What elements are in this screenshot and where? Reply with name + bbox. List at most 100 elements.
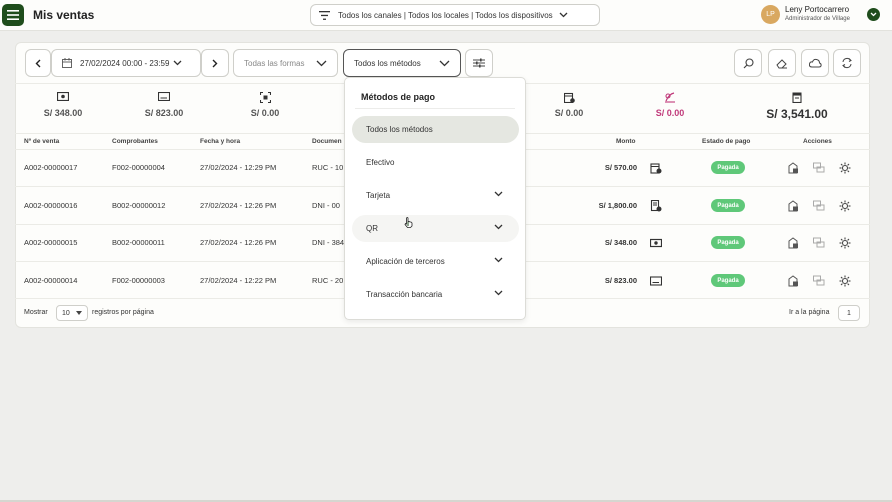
date-time: 27/02/2024 - 12:29 PM <box>200 163 277 172</box>
method-option-qr[interactable]: QR <box>352 215 519 242</box>
chevron-down-icon <box>870 12 877 17</box>
voucher-number: F002-00000003 <box>112 276 165 285</box>
document: RUC - 10 <box>312 163 344 172</box>
show-label: Mostrar <box>24 309 48 316</box>
lock-document-icon[interactable] <box>787 162 799 174</box>
settings-icon[interactable] <box>839 162 851 174</box>
page-input[interactable]: 1 <box>838 305 860 321</box>
sliders-icon <box>473 58 485 68</box>
amount: S/ 823.00 <box>604 276 637 285</box>
payment-methods-dropdown: Métodos de pago Todos los métodos Efecti… <box>344 77 526 320</box>
date-time: 27/02/2024 - 12:26 PM <box>200 201 277 210</box>
menu-button[interactable] <box>2 4 24 26</box>
next-date-button[interactable] <box>201 49 229 77</box>
method-option-third-party[interactable]: Aplicación de terceros <box>352 248 519 275</box>
payment-forms-select[interactable]: Todas las formas <box>233 49 338 77</box>
document-check-icon <box>650 200 662 212</box>
settings-icon[interactable] <box>839 200 851 212</box>
method-option-cash[interactable]: Efectivo <box>352 149 519 176</box>
cash-icon <box>650 238 662 248</box>
page-size-select[interactable]: 10 <box>56 305 88 321</box>
page-size-value: 10 <box>62 309 70 317</box>
method-option-card[interactable]: Tarjeta <box>352 182 519 209</box>
sale-number: A002-00000015 <box>24 238 78 247</box>
hamburger-icon <box>7 10 19 20</box>
receipt-icon <box>650 276 662 286</box>
voucher-number: B002-00000011 <box>112 238 165 247</box>
settings-icon[interactable] <box>839 275 851 287</box>
page-input-value: 1 <box>847 309 851 317</box>
chevron-down-icon <box>494 257 503 263</box>
option-label: QR <box>366 224 378 233</box>
qr-scan-icon <box>259 92 271 103</box>
stat-value: S/ 823.00 <box>144 108 184 118</box>
method-option-bank-transfer[interactable]: Transacción bancaria <box>352 281 519 308</box>
channels-filter-label: Todos los canales | Todos los locales | … <box>338 10 553 20</box>
chevron-down-icon <box>316 60 327 66</box>
chat-icon[interactable] <box>813 237 825 249</box>
amount: S/ 348.00 <box>604 238 637 247</box>
column-header: Documen <box>312 138 342 145</box>
date-time: 27/02/2024 - 12:26 PM <box>200 238 277 247</box>
status-badge: Pagada <box>711 274 745 287</box>
prev-date-button[interactable] <box>25 49 51 77</box>
chat-icon[interactable] <box>813 275 825 287</box>
stat-value: S/ 3,541.00 <box>766 107 828 121</box>
stat-total: S/ 3,541.00 <box>757 92 837 121</box>
method-option-all[interactable]: Todos los métodos <box>352 116 519 143</box>
cloud-icon <box>808 58 822 68</box>
stat-cash: S/ 348.00 <box>23 92 103 118</box>
column-header: Fecha y hora <box>200 138 241 145</box>
lock-document-icon[interactable] <box>787 237 799 249</box>
chevron-down-icon <box>494 290 503 296</box>
user-name: Leny Portocarrero <box>785 5 850 14</box>
column-header: Nº de venta <box>24 138 60 145</box>
per-page-label: registros por página <box>92 309 154 316</box>
refresh-icon <box>842 57 852 69</box>
receipt-icon <box>158 92 170 101</box>
avatar[interactable]: LP <box>761 5 780 24</box>
stat-value: S/ 348.00 <box>43 108 83 118</box>
sale-number: A002-00000017 <box>24 163 78 172</box>
stat-scheduled: S/ 0.00 <box>529 92 609 118</box>
clear-filters-button[interactable] <box>768 49 796 77</box>
lock-document-icon[interactable] <box>787 275 799 287</box>
top-bar: Mis ventas Todos los canales | Todos los… <box>0 0 892 31</box>
search-icon <box>743 57 754 68</box>
amount: S/ 570.00 <box>604 163 637 172</box>
chevron-down-icon <box>439 60 450 66</box>
cancel-payment-icon <box>665 92 675 103</box>
sale-number: A002-00000016 <box>24 201 78 210</box>
option-label: Transacción bancaria <box>366 290 443 299</box>
payment-methods-select[interactable]: Todos los métodos <box>343 49 461 77</box>
stat-value: S/ 0.00 <box>655 108 685 118</box>
cash-icon <box>57 92 69 101</box>
search-button[interactable] <box>734 49 762 77</box>
chevron-down-icon <box>494 191 503 197</box>
lock-document-icon[interactable] <box>787 200 799 212</box>
refresh-button[interactable] <box>833 49 861 77</box>
stat-cancelled: S/ 0.00 <box>630 92 710 118</box>
advanced-filters-button[interactable] <box>465 49 493 77</box>
user-menu-button[interactable] <box>867 8 880 21</box>
chat-icon[interactable] <box>813 200 825 212</box>
channels-filter[interactable]: Todos los canales | Todos los locales | … <box>310 4 600 26</box>
calendar-badge-icon <box>650 163 662 174</box>
settings-icon[interactable] <box>839 237 851 249</box>
cloud-sync-button[interactable] <box>801 49 829 77</box>
stat-qr: S/ 0.00 <box>225 92 305 118</box>
goto-page-label: Ir a la página <box>789 309 830 316</box>
filter-icon <box>319 10 330 20</box>
divider <box>355 108 515 109</box>
column-header: Comprobantes <box>112 138 158 145</box>
user-role: Administrador de Village <box>785 16 850 22</box>
date-range-picker[interactable]: 27/02/2024 00:00 - 23:59 <box>51 49 201 77</box>
payment-forms-label: Todas las formas <box>244 58 305 68</box>
amount: S/ 1,800.00 <box>598 201 637 210</box>
calendar-icon <box>62 58 72 68</box>
hand-cursor-icon <box>404 217 413 228</box>
chevron-right-icon <box>212 59 218 67</box>
option-label: Tarjeta <box>366 191 391 200</box>
chat-icon[interactable] <box>813 162 825 174</box>
column-header: Estado de pago <box>702 138 751 145</box>
